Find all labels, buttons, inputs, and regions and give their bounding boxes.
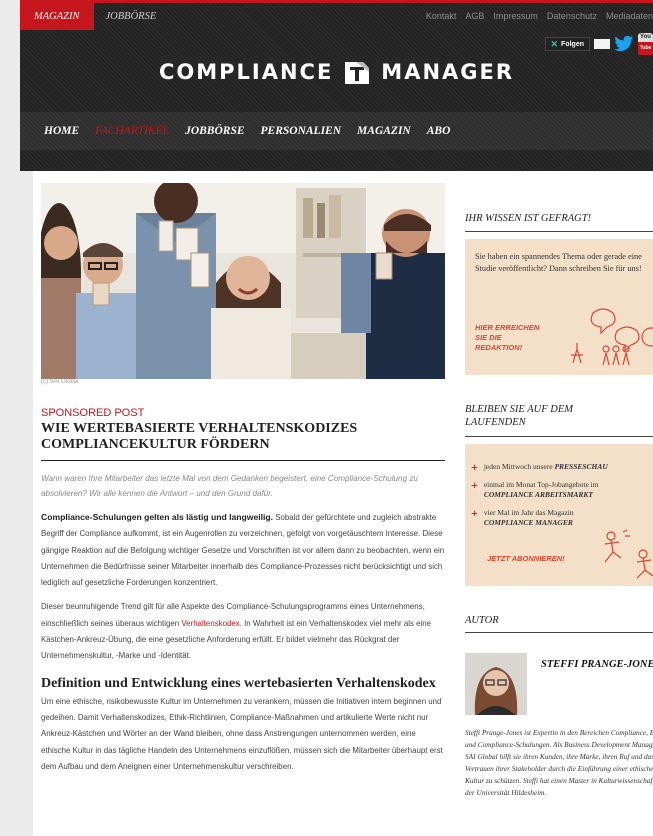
nav-item-abo[interactable]: ABO	[427, 125, 451, 137]
subscribe-cta[interactable]: JETZT ABONNIEREN!	[487, 554, 565, 564]
sidebar-heading-author: AUTOR	[465, 615, 499, 626]
nav-item-personalien[interactable]: PERSONALIEN	[261, 125, 342, 137]
write-for-us-cta-line-1: HIER ERREICHEN	[475, 323, 540, 332]
benefit-text: einmal im Monat Top-Jobangebote im	[483, 479, 599, 489]
article-subheading: Definition und Entwicklung eines werteba…	[41, 675, 436, 691]
main-navigation: HOME FACHARTIKEL JOBBÖRSE PERSONALIEN MA…	[20, 112, 653, 150]
site-header: MAGAZIN JOBBÖRSE Kontakt AGB Impressum D…	[20, 0, 653, 171]
author-name[interactable]: STEFFI PRANGE-JONES	[541, 659, 653, 670]
twitter-icon[interactable]	[614, 35, 634, 53]
image-credit: (c) SAI Global	[41, 379, 79, 385]
benefit-text: vier Mal im Jahr das Magazin	[483, 507, 574, 517]
runner-illustration-icon	[604, 529, 653, 579]
article-body: SPONSORED POST WIE WERTEBASIERTE VERHALT…	[41, 407, 445, 775]
article-paragraph-2: Dieser beunruhigende Trend gilt für alle…	[41, 599, 445, 664]
benefit-item: + vier Mal im Jahr das Magazin COMPLIANCE …	[471, 505, 608, 529]
nav-item-fachartikel[interactable]: FACHARTIKEL	[95, 125, 169, 137]
article-paragraph-1: Compliance-Schulungen gelten als lästig …	[41, 509, 445, 591]
paragraph-1-text: Sobald der gefürchtete und zugleich abst…	[41, 513, 445, 588]
sidebar-heading-newsletter: BLEIBEN SIE AUF DEM LAUFENDEN	[465, 403, 573, 429]
benefit-text: jeden Mittwoch unsere	[483, 462, 555, 471]
article-headline: WIE WERTEBASIERTE VERHALTENSKODIZES COMP…	[41, 421, 358, 452]
link-impressum[interactable]: Impressum	[493, 3, 538, 30]
sidebar-divider	[465, 231, 653, 232]
nav-item-home[interactable]: HOME	[44, 125, 79, 137]
article-hero-image	[41, 183, 445, 379]
verhaltenskodex-link[interactable]: Verhaltenskodex	[181, 619, 239, 628]
link-agb[interactable]: AGB	[465, 3, 484, 30]
website: MAGAZIN JOBBÖRSE Kontakt AGB Impressum D…	[20, 0, 653, 836]
youtube-top-text: You	[640, 34, 651, 40]
article-kicker: SPONSORED POST	[41, 407, 145, 419]
article-paragraph-3: Um eine ethische, risikobewusste Kultur …	[41, 696, 443, 771]
plus-icon: +	[471, 505, 478, 520]
newsletter-heading-line-1: BLEIBEN SIE AUF DEM	[465, 404, 573, 415]
nav-item-jobboerse[interactable]: JOBBÖRSE	[185, 125, 244, 137]
benefit-item: + jeden Mittwoch unsere PRESSESCHAU	[471, 460, 608, 474]
xing-icon: ✕	[550, 38, 559, 49]
logo-word-left: COMPLIANCE	[158, 60, 334, 84]
section-switcher: MAGAZIN JOBBÖRSE	[20, 3, 168, 30]
site-logo[interactable]: COMPLIANCE MANAGER	[20, 58, 653, 86]
author-bio: Steffi Prange-Jones ist Expertin in den …	[465, 728, 653, 797]
plus-icon: +	[471, 477, 478, 492]
benefit-item: + einmal im Monat Top-Jobangebote im COMPL…	[471, 477, 608, 501]
nav-item-magazin[interactable]: MAGAZIN	[357, 125, 411, 137]
write-for-us-cta-line-3: REDAKTION!	[475, 343, 523, 352]
sidebar-heading-wissen: IHR WISSEN IST GEFRAGT!	[465, 213, 592, 224]
author-avatar[interactable]	[465, 653, 527, 715]
logo-word-right: MANAGER	[381, 60, 515, 84]
plus-icon: +	[471, 460, 478, 474]
write-for-us-banner[interactable]: Sie haben ein spannendes Thema oder gera…	[465, 239, 653, 375]
paragraph-1-lead: Compliance-Schulungen gelten als lästig …	[41, 512, 274, 522]
article-lede: Wann waren Ihre Mitarbeiter das letzte M…	[41, 474, 418, 498]
xing-follow-label: Folgen	[561, 40, 584, 48]
xing-follow-button[interactable]: ✕ Folgen	[544, 37, 590, 51]
writers-illustration-icon	[571, 308, 653, 366]
social-spacer	[594, 39, 610, 49]
benefit-highlight: COMPLIANCE ARBEITSMARKT	[483, 490, 593, 499]
newsletter-benefits: + jeden Mittwoch unsere PRESSESCHAU + einm…	[471, 460, 608, 536]
headline-divider	[41, 460, 445, 461]
write-for-us-cta: HIER ERREICHEN SIE DIE REDAKTION!	[475, 323, 539, 353]
section-tab-jobboerse[interactable]: JOBBÖRSE	[94, 3, 169, 30]
newsletter-banner[interactable]: + jeden Mittwoch unsere PRESSESCHAU + einm…	[465, 444, 653, 586]
youtube-bottom-text: Tube	[638, 42, 653, 55]
sidebar-divider	[465, 632, 653, 633]
logo-mark-icon	[345, 62, 370, 84]
newsletter-heading-line-2: LAUFENDEN	[465, 417, 526, 428]
link-datenschutz[interactable]: Datenschutz	[547, 3, 597, 30]
write-for-us-cta-line-2: SIE DIE	[475, 333, 502, 342]
benefit-highlight: PRESSESCHAU	[554, 462, 608, 471]
sidebar-divider	[465, 436, 653, 437]
content-area: (c) SAI Global SPONSORED POST WIE WERTEB…	[33, 171, 653, 836]
social-links: ✕ Folgen You Tube	[544, 33, 653, 55]
link-mediadaten[interactable]: Mediadaten	[606, 3, 653, 30]
youtube-icon[interactable]: You Tube	[638, 33, 653, 55]
utility-links: Kontakt AGB Impressum Datenschutz Mediad…	[426, 3, 653, 30]
benefit-highlight: COMPLIANCE MANAGER	[483, 518, 573, 527]
link-kontakt[interactable]: Kontakt	[426, 3, 457, 30]
section-tab-magazin[interactable]: MAGAZIN	[20, 3, 94, 30]
write-for-us-text: Sie haben ein spannendes Thema oder gera…	[475, 252, 642, 273]
